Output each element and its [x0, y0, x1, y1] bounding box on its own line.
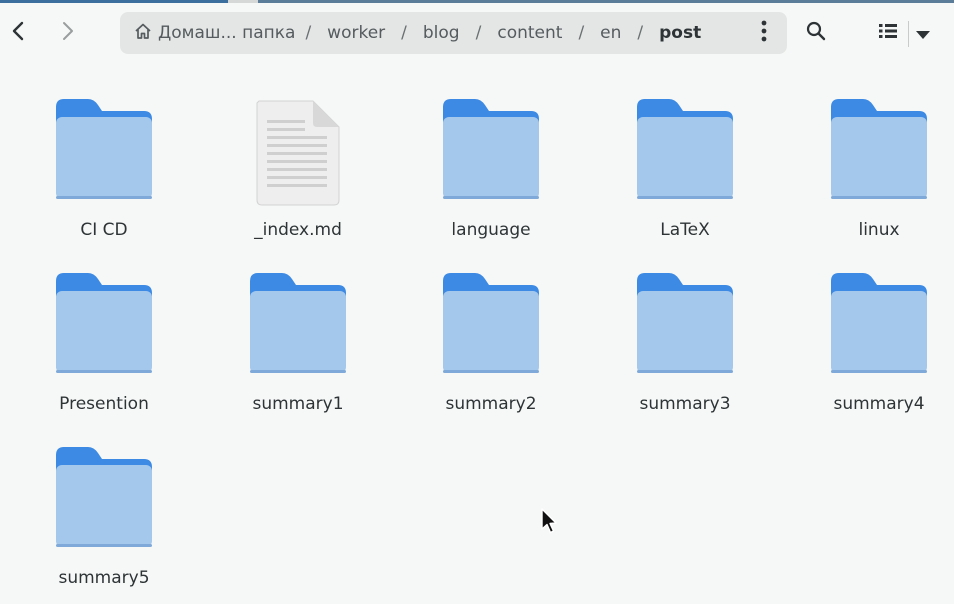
breadcrumb-content[interactable]: content [497, 23, 562, 43]
folder-item[interactable]: Presention [29, 237, 179, 414]
dropdown-arrow-icon [916, 24, 930, 43]
path-menu-button[interactable] [751, 19, 777, 47]
item-label: summary2 [445, 394, 537, 414]
folder-item[interactable]: language [416, 63, 566, 240]
folder-item[interactable]: summary4 [804, 237, 954, 414]
file-item[interactable]: _index.md [223, 63, 373, 240]
item-label: summary3 [639, 394, 731, 414]
forward-button[interactable] [50, 13, 86, 53]
path-bar: Домаш... папка / worker / blog / content… [120, 12, 787, 54]
breadcrumb-worker[interactable]: worker [327, 23, 385, 43]
folder-icon [610, 97, 760, 207]
item-label: summary4 [833, 394, 925, 414]
list-view-icon [879, 23, 897, 43]
item-label: summary5 [58, 568, 150, 588]
item-label: summary1 [252, 394, 344, 414]
breadcrumb-separator: / [401, 23, 407, 43]
breadcrumb-separator: / [305, 23, 312, 43]
folder-icon [804, 97, 954, 207]
folder-item[interactable]: summary3 [610, 237, 760, 414]
folder-item[interactable]: LaTeX [610, 63, 760, 240]
breadcrumb-separator: / [475, 23, 482, 43]
folder-icon [29, 271, 179, 381]
folder-item[interactable]: CI CD [29, 63, 179, 240]
back-button[interactable] [0, 13, 36, 53]
kebab-menu-icon [761, 20, 767, 46]
breadcrumb-post[interactable]: post [659, 23, 701, 43]
file-grid: CI CD _index.md language LaTeX linux Presenti… [0, 63, 954, 604]
breadcrumb-label: Домаш... папка [158, 23, 296, 43]
toolbar-divider [908, 21, 909, 47]
folder-icon [416, 97, 566, 207]
folder-icon [804, 271, 954, 381]
breadcrumb-home[interactable]: Домаш... папка [134, 22, 295, 45]
folder-icon [29, 445, 179, 555]
folder-icon [29, 97, 179, 207]
document-icon [223, 100, 373, 210]
mouse-pointer-icon [540, 508, 558, 540]
search-icon [806, 21, 826, 45]
folder-item[interactable]: summary1 [223, 237, 373, 414]
search-button[interactable] [798, 13, 834, 53]
folder-icon [610, 271, 760, 381]
folder-item[interactable]: summary5 [29, 411, 179, 588]
chevron-left-icon [11, 21, 25, 45]
home-icon [134, 22, 152, 45]
header-bar: Домаш... папка / worker / blog / content… [0, 3, 954, 63]
folder-icon [223, 271, 373, 381]
view-mode-button[interactable] [868, 13, 908, 53]
chevron-right-icon [61, 21, 75, 45]
folder-icon [416, 271, 566, 381]
folder-item[interactable]: summary2 [416, 237, 566, 414]
breadcrumb-separator: / [637, 23, 644, 43]
folder-item[interactable]: linux [804, 63, 954, 240]
view-options-button[interactable] [910, 13, 936, 53]
breadcrumb-en[interactable]: en [600, 23, 621, 43]
breadcrumb-separator: / [578, 23, 585, 43]
breadcrumb-blog[interactable]: blog [423, 23, 460, 43]
